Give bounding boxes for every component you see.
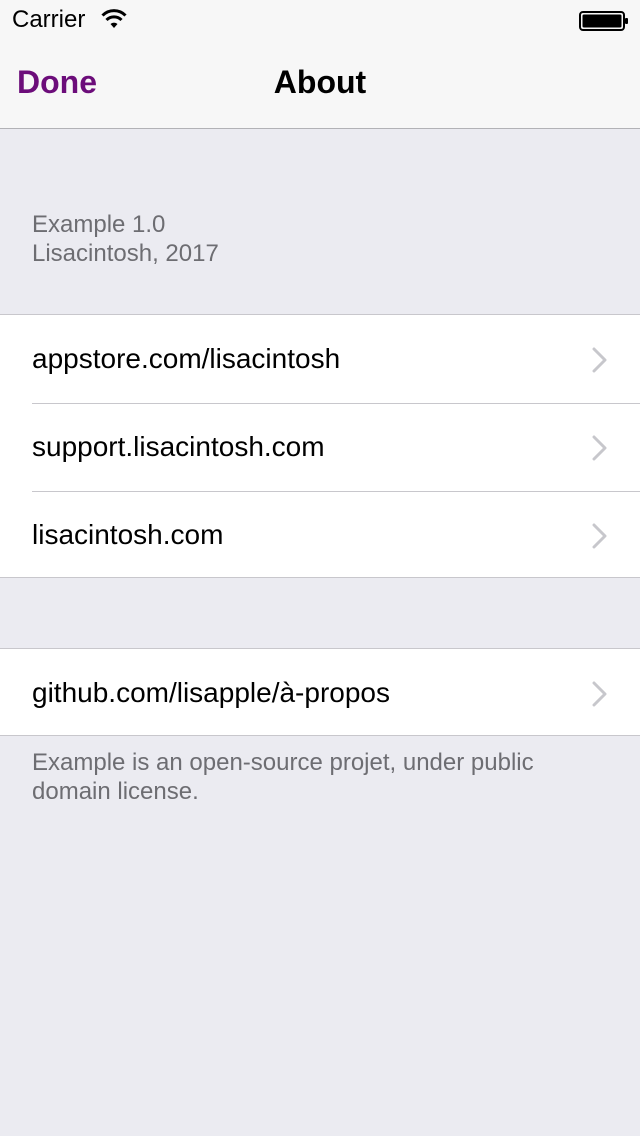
link-label: appstore.com/lisacintosh [32, 343, 341, 374]
author-year-label: Lisacintosh, 2017 [32, 240, 219, 267]
link-label: support.lisacintosh.com [32, 431, 325, 462]
chevron-right-icon [592, 435, 607, 461]
link-label: github.com/lisapple/à-propos [32, 677, 390, 708]
link-row-website[interactable]: lisacintosh.com [0, 491, 640, 579]
status-bar: Carrier [0, 0, 640, 40]
battery-icon [579, 11, 628, 31]
wifi-icon [101, 9, 127, 28]
link-label: lisacintosh.com [32, 519, 224, 550]
page-title: About [273, 64, 367, 100]
chevron-right-icon [592, 523, 607, 549]
app-info-header: Example 1.0 Lisacintosh, 2017 [32, 210, 219, 268]
links-group-primary: appstore.com/lisacintosh support.lisacin… [0, 314, 640, 578]
chevron-right-icon [592, 347, 607, 373]
carrier-label: Carrier [12, 6, 86, 33]
app-version-label: Example 1.0 [32, 211, 166, 238]
link-row-appstore[interactable]: appstore.com/lisacintosh [0, 315, 640, 403]
link-row-github[interactable]: github.com/lisapple/à-propos [0, 649, 640, 737]
links-group-source: github.com/lisapple/à-propos [0, 648, 640, 736]
navigation-bar: Done About [0, 40, 640, 129]
link-row-support[interactable]: support.lisacintosh.com [0, 403, 640, 491]
license-footer: Example is an open-source projet, under … [32, 749, 534, 805]
chevron-right-icon [592, 681, 607, 707]
